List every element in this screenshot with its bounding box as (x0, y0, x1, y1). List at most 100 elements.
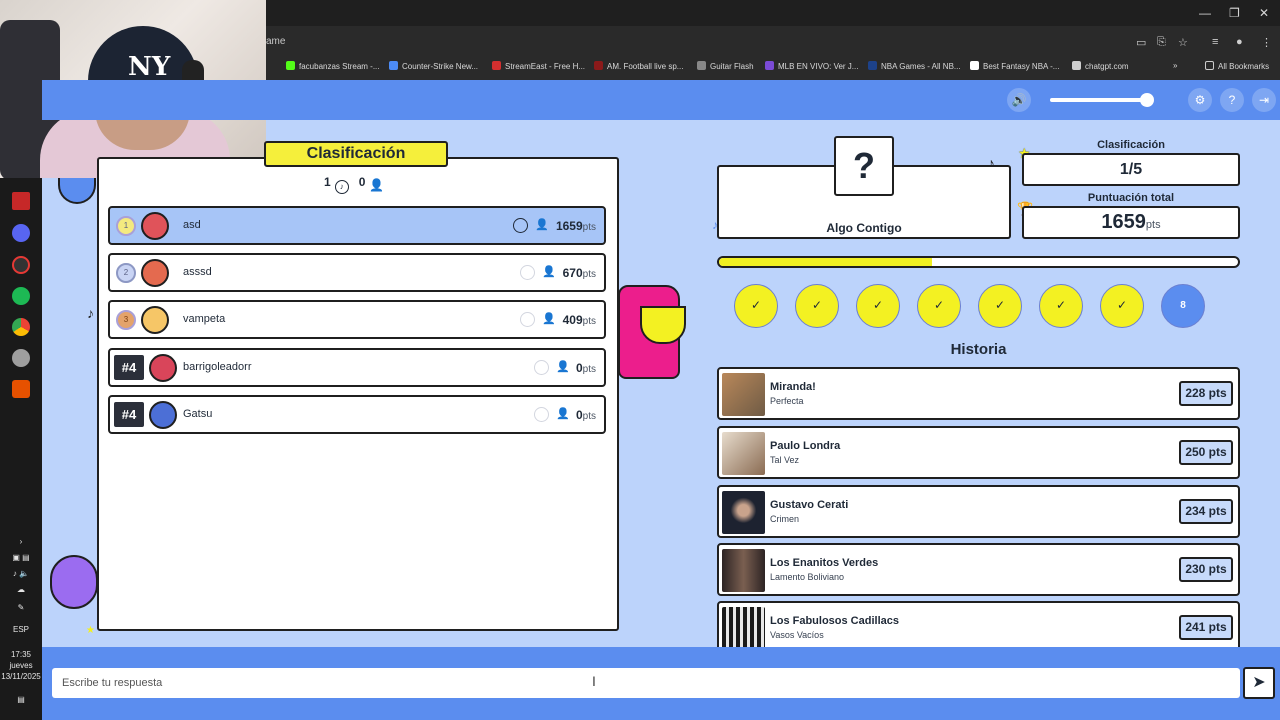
bookmark-favicon-icon (389, 61, 398, 70)
history-title: Historia (950, 341, 1007, 358)
help-icon[interactable]: ? (1220, 88, 1244, 112)
artist-guessed-icon: 👤 (542, 266, 556, 278)
rank-label: #4 (114, 355, 144, 380)
send-button[interactable]: ➤ (1243, 667, 1275, 699)
app-icon[interactable] (12, 380, 30, 398)
leaderboard-title: Clasificación (264, 141, 448, 167)
bookmark-favicon-icon (868, 61, 877, 70)
song-guessed-icon (520, 312, 535, 327)
clock-time: 17:35 (10, 650, 32, 659)
bookmark-item[interactable]: Best Fantasy NBA -... (970, 61, 1059, 71)
volume-icon[interactable]: ♪ 🔈 (0, 568, 42, 579)
trophy-cup-icon (640, 306, 686, 344)
player-name: asd (183, 219, 201, 231)
cast-icon[interactable]: ▭ (1136, 36, 1146, 49)
music-note-icon: ♪ (87, 305, 94, 321)
volume-icon[interactable]: 🔊 (1007, 88, 1031, 112)
bookmark-item[interactable]: Counter-Strike New... (389, 61, 478, 71)
minimize-icon[interactable]: — (1199, 6, 1211, 20)
chevron-right-icon[interactable]: › (0, 536, 42, 547)
send-arrow-icon: ➤ (1252, 674, 1266, 691)
history-artist: Gustavo Cerati (770, 499, 849, 511)
translate-icon[interactable]: ⎘ (1157, 36, 1166, 49)
bookmark-favicon-icon (765, 61, 774, 70)
player-name: Gatsu (183, 408, 213, 420)
all-bookmarks[interactable]: All Bookmarks (1205, 61, 1269, 71)
notification-icon[interactable]: ▤ (0, 694, 42, 705)
close-icon[interactable]: ✕ (1259, 6, 1269, 20)
profile-icon[interactable]: ● (1236, 36, 1243, 48)
player-score: 1659pts (555, 219, 596, 233)
history-item: Paulo Londra Tal Vez 250 pts (717, 426, 1240, 479)
settings-gear-icon[interactable]: ⚙ (1188, 88, 1212, 112)
round-indicator: ✓ (1039, 284, 1083, 328)
history-list[interactable]: Miranda! Perfecta 228 pts Paulo Londra T… (717, 367, 1240, 647)
history-track: Tal Vez (770, 455, 800, 465)
bookmark-item[interactable]: NBA Games - All NB... (868, 61, 961, 71)
player-name: vampeta (183, 313, 226, 325)
medal-icon: 2 (116, 263, 136, 283)
history-artist: Los Fabulosos Cadillacs (770, 615, 899, 627)
media-icon[interactable]: ≡ (1212, 36, 1218, 48)
pen-icon[interactable]: ✎ (0, 602, 42, 613)
clock-date: 13/11/2025 (1, 672, 41, 681)
history-track: Crimen (770, 514, 800, 524)
player-score: 0pts (575, 361, 596, 375)
song-guessed-icon (534, 360, 549, 375)
bookmark-item[interactable]: facubanzas Stream -... (286, 61, 379, 71)
chrome-icon[interactable] (12, 318, 30, 336)
bookmark-favicon-icon (1072, 61, 1081, 70)
cloud-icon[interactable]: ☁ (0, 584, 42, 595)
app-icon[interactable] (12, 192, 30, 210)
score-stat-label: Puntuación total (1087, 192, 1175, 204)
music-note-icon: ♪ (334, 180, 349, 194)
spotify-icon[interactable] (12, 287, 30, 305)
bookmarks-overflow-icon[interactable]: » (1173, 61, 1177, 70)
browser-address-bar[interactable] (266, 26, 1280, 54)
bookmark-item[interactable]: Guitar Flash (697, 61, 754, 71)
player-name: barrigoleadorr (183, 361, 252, 373)
album-thumbnail (722, 549, 765, 592)
language-indicator[interactable]: ESP (0, 624, 42, 635)
volume-slider-knob[interactable] (1140, 93, 1154, 107)
bookmark-item[interactable]: StreamEast - Free H... (492, 61, 585, 71)
score-stat-value: 1659pts (1022, 206, 1240, 239)
medal-icon: 3 (116, 310, 136, 330)
artist-guessed-icon: 👤 (556, 361, 570, 373)
app-icon[interactable] (12, 256, 30, 274)
leaderboard-counts: 1 ♪ 0 👤 (324, 175, 385, 194)
restore-icon[interactable]: ❐ (1229, 6, 1240, 20)
history-track: Lamento Boliviano (770, 572, 845, 582)
bookmark-item[interactable]: AM. Football live sp... (594, 61, 683, 71)
volume-slider[interactable] (1050, 98, 1146, 102)
leaderboard-row: 1 asd 👤 1659pts (108, 206, 606, 245)
avatar (149, 401, 177, 429)
exit-icon[interactable]: ⇥ (1252, 88, 1276, 112)
artist-guessed-icon: 👤 (535, 219, 549, 231)
leaderboard-row: #4 barrigoleadorr 👤 0pts (108, 348, 606, 387)
discord-icon[interactable] (12, 224, 30, 242)
app-icon[interactable] (12, 349, 30, 367)
player-score: 409pts (562, 313, 596, 327)
history-points: 230 pts (1179, 557, 1233, 582)
menu-icon[interactable]: ⋮ (1261, 36, 1272, 49)
folder-icon (1205, 61, 1214, 70)
history-artist: Los Enanitos Verdes (770, 557, 879, 569)
artist-guessed-icon: 👤 (542, 313, 556, 325)
tray-icons[interactable]: ▣ ▤ (0, 552, 42, 563)
history-item: Miranda! Perfecta 228 pts (717, 367, 1240, 420)
current-song-title: Algo Contigo (826, 221, 902, 235)
answer-input[interactable] (52, 668, 1240, 698)
avatar (149, 354, 177, 382)
bookmark-item[interactable]: MLB EN VIVO: Ver J... (765, 61, 858, 71)
purple-monster-sticker-icon (50, 555, 98, 609)
history-points: 228 pts (1179, 381, 1233, 406)
cap-logo-icon: NY (128, 52, 171, 82)
round-progress-bar (717, 256, 1240, 268)
bookmark-item[interactable]: chatgpt.com (1072, 61, 1129, 71)
url-fragment: ame (266, 36, 286, 47)
star-icon[interactable]: ☆ (1178, 36, 1188, 49)
history-track: Perfecta (770, 396, 804, 406)
bookmark-favicon-icon (697, 61, 706, 70)
round-indicator: ✓ (795, 284, 839, 328)
